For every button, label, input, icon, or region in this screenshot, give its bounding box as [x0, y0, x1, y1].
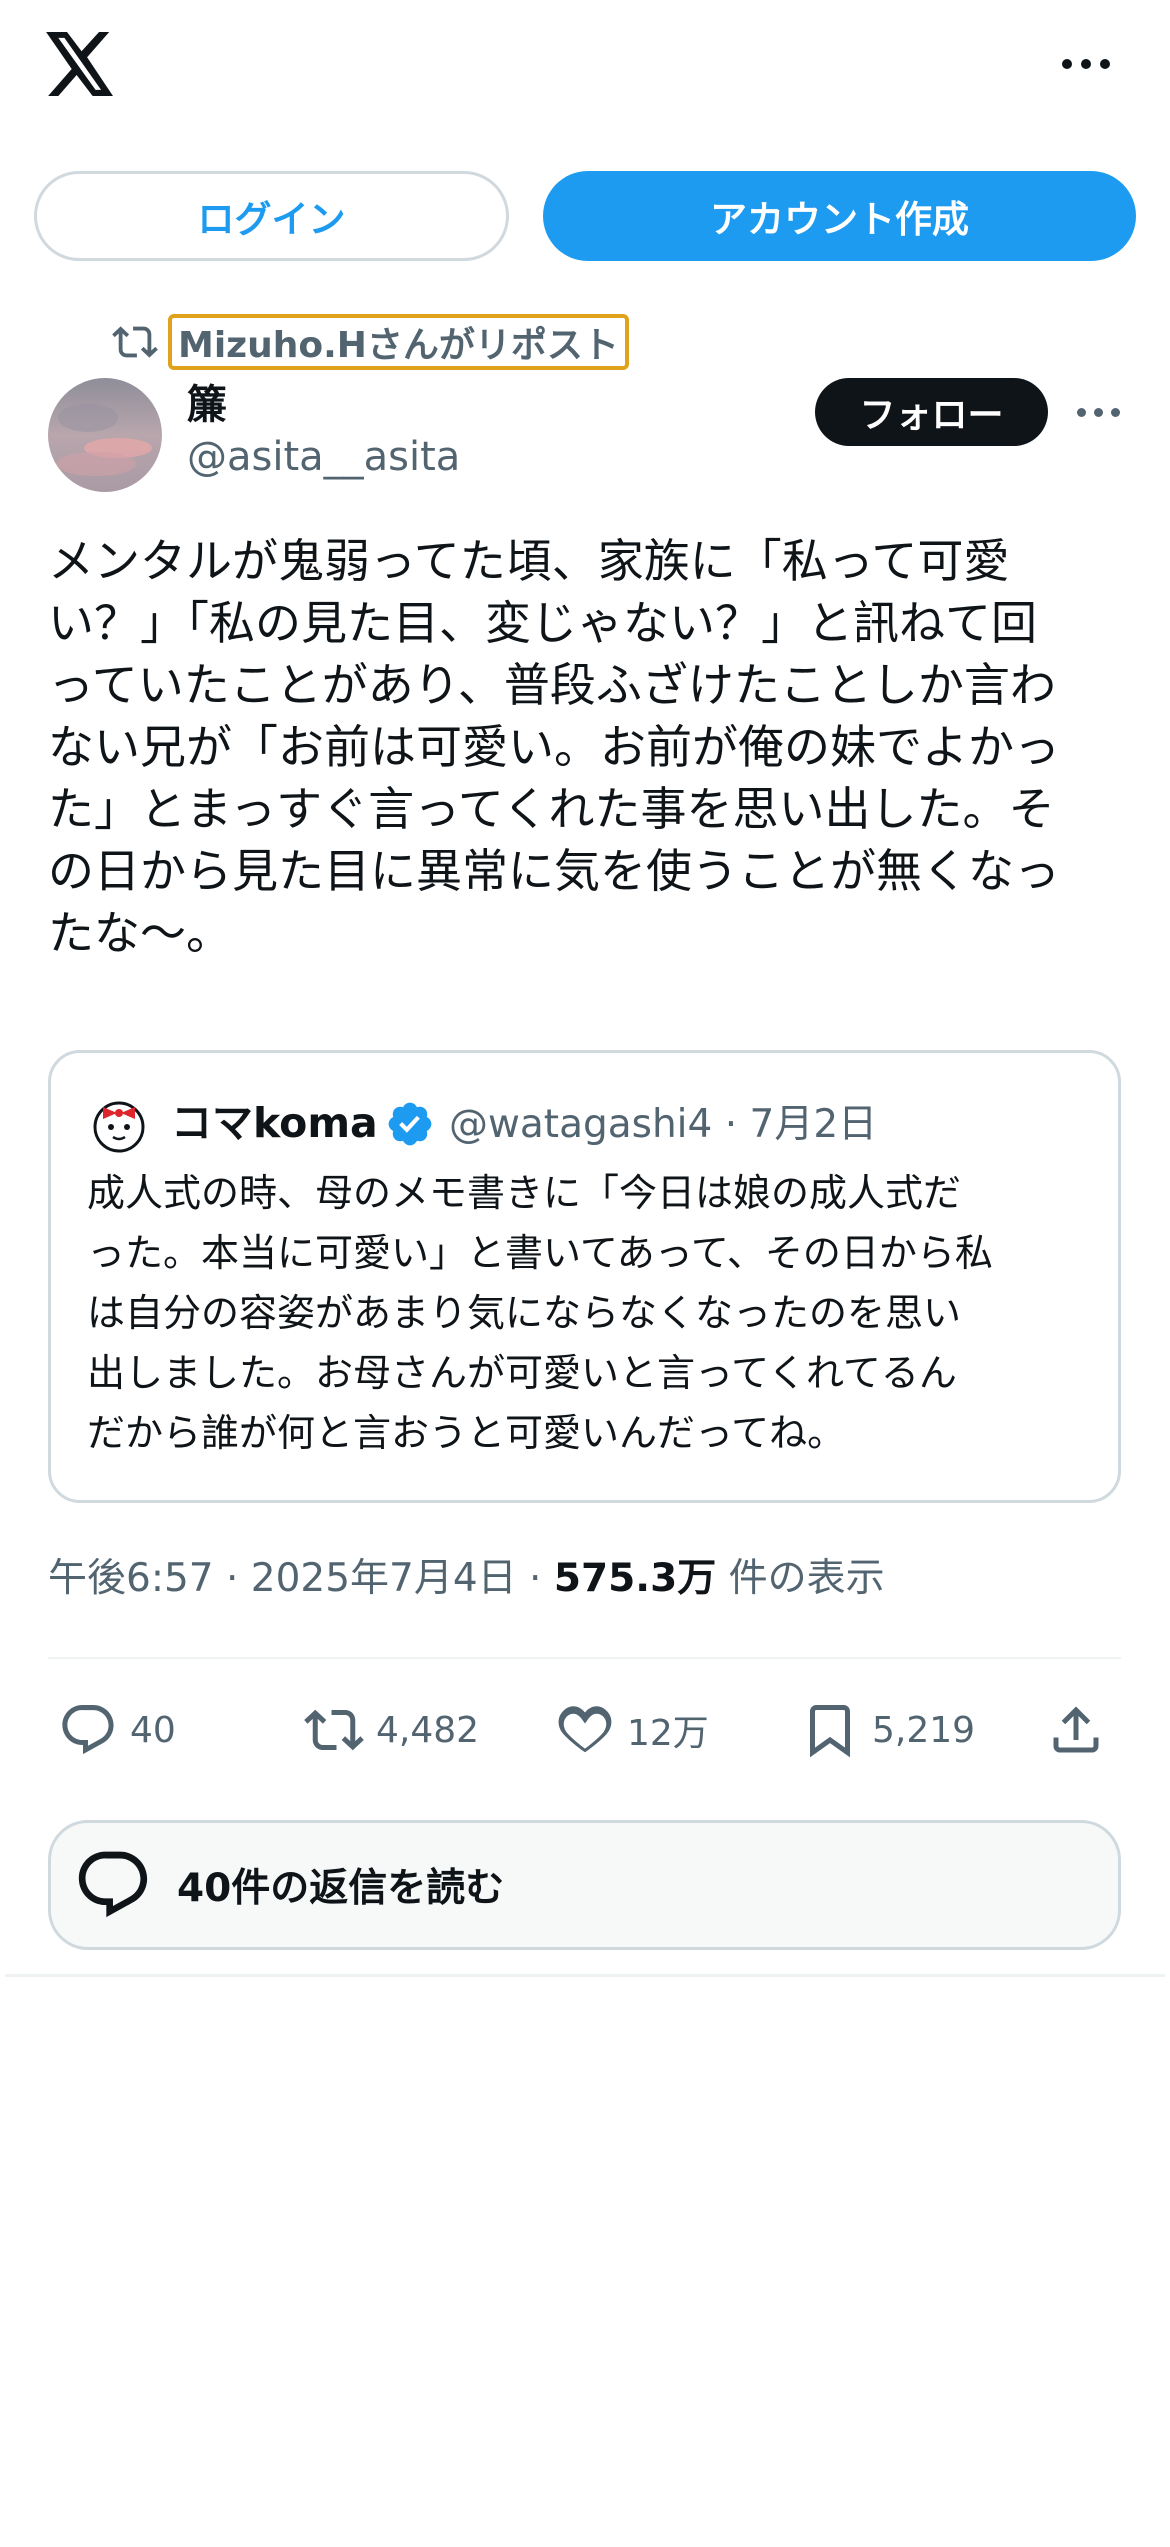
action-bar: 40 4,482 12万 5,219	[0, 1685, 1170, 1775]
bookmark-button[interactable]: 5,219	[800, 1685, 975, 1775]
quote-display-name: コマkoma	[171, 1099, 378, 1147]
login-button[interactable]: ログイン	[34, 171, 509, 261]
top-bar	[0, 0, 1170, 150]
signup-button[interactable]: アカウント作成	[543, 171, 1136, 261]
repost-count: 4,482	[376, 1709, 480, 1751]
quote-text: 成人式の時、母のメモ書きに「今日は娘の成人式だ った。本当に可愛い」と書いてあっ…	[87, 1171, 993, 1455]
verified-badge-icon	[388, 1102, 432, 1146]
chat-bubble-icon	[78, 1851, 148, 1918]
heart-icon	[558, 1706, 612, 1753]
display-name[interactable]: 簾	[187, 372, 227, 430]
repost-button[interactable]: 4,482	[304, 1685, 479, 1775]
user-handle[interactable]: @asita__asita	[187, 434, 460, 480]
quoted-post[interactable]: コマkoma @watagashi4 · 7月2日 成人式の時、母のメモ書きに「…	[48, 1050, 1121, 1503]
repost-indicator: Mizuho.Hさんがリポスト	[112, 314, 629, 370]
follow-button[interactable]: フォロー	[815, 378, 1048, 446]
more-horizontal-icon[interactable]	[1058, 48, 1114, 80]
view-count-suffix: 件の表示	[716, 1556, 885, 1601]
post-meta: 午後6:57 · 2025年7月4日 · 575.3万 件の表示	[48, 1547, 885, 1603]
share-icon	[1053, 1706, 1099, 1753]
divider	[5, 1974, 1165, 1977]
like-count: 12万	[627, 1713, 709, 1754]
like-button[interactable]: 12万	[555, 1685, 709, 1775]
reply-count: 40	[130, 1709, 176, 1751]
quote-avatar-icon	[93, 1101, 145, 1153]
post-more-icon[interactable]	[1070, 397, 1126, 427]
bookmark-icon	[810, 1705, 850, 1758]
quote-handle-date: @watagashi4 · 7月2日	[449, 1102, 878, 1147]
repost-icon	[112, 326, 158, 358]
bookmark-count: 5,219	[872, 1709, 976, 1751]
read-replies-button[interactable]: 40件の返信を読む	[48, 1820, 1121, 1950]
share-button[interactable]	[1046, 1685, 1118, 1775]
post-time[interactable]: 午後6:57 · 2025年7月4日 ·	[48, 1556, 554, 1601]
divider	[48, 1657, 1121, 1659]
read-replies-label: 40件の返信を読む	[177, 1866, 505, 1911]
repost-action-icon	[304, 1709, 364, 1751]
post-text: メンタルが鬼弱ってた頃、家族に「私って可愛 い？」「私の見た目、変じゃない？」と…	[48, 534, 1060, 960]
x-logo-icon[interactable]	[46, 32, 116, 96]
reply-button[interactable]: 40	[58, 1685, 176, 1775]
view-count: 575.3万	[553, 1556, 717, 1601]
repost-label[interactable]: Mizuho.Hさんがリポスト	[168, 314, 629, 370]
avatar[interactable]	[48, 378, 162, 492]
reply-icon	[62, 1705, 114, 1755]
